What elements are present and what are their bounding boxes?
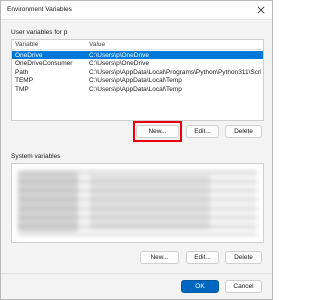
system-new-button[interactable]: New... bbox=[140, 251, 179, 264]
variable-value: C:\Users\p\AppData\Local\Temp bbox=[89, 77, 182, 84]
variable-name: Path bbox=[15, 68, 29, 76]
variable-value: C:\Users\p\AppData\Local\Temp bbox=[89, 85, 182, 93]
variable-value: C:\Users\p\OneDrive bbox=[89, 60, 149, 67]
variable-name: OneDriveConsumer bbox=[15, 60, 73, 67]
cancel-button[interactable]: Cancel bbox=[225, 280, 262, 293]
variable-value: C:\Users\p\AppData\Local\Programs\Python… bbox=[89, 68, 261, 76]
system-edit-button[interactable]: Edit... bbox=[186, 251, 219, 264]
list-header: Variable Value bbox=[12, 40, 263, 50]
system-variables-label: System variables bbox=[11, 153, 61, 160]
user-variables-list[interactable]: Variable Value OneDrive C:\Users\p\OneDri… bbox=[11, 39, 264, 121]
system-variables-list[interactable] bbox=[11, 163, 264, 243]
environment-variables-dialog: Environment Variables User variables for… bbox=[0, 0, 273, 300]
user-edit-button[interactable]: Edit... bbox=[186, 125, 219, 138]
close-button[interactable] bbox=[256, 5, 266, 15]
column-header-variable[interactable]: Variable bbox=[15, 41, 38, 48]
variable-value: C:\Users\p\OneDrive bbox=[89, 51, 149, 59]
close-icon bbox=[257, 6, 265, 14]
user-variable-row[interactable]: Path C:\Users\p\AppData\Local\Programs\Py… bbox=[12, 68, 263, 76]
user-new-button[interactable]: New... bbox=[136, 125, 179, 138]
variable-name: OneDrive bbox=[15, 51, 43, 59]
footer-divider bbox=[1, 273, 272, 274]
ok-button[interactable]: OK bbox=[181, 280, 219, 293]
blurred-block bbox=[18, 172, 78, 232]
user-variable-row[interactable]: OneDrive C:\Users\p\OneDrive bbox=[12, 51, 263, 59]
user-variable-row[interactable]: TMP C:\Users\p\AppData\Local\Temp bbox=[12, 85, 263, 93]
variable-name: TMP bbox=[15, 85, 29, 93]
user-delete-button[interactable]: Delete bbox=[225, 125, 262, 138]
system-delete-button[interactable]: Delete bbox=[225, 251, 262, 264]
column-header-value[interactable]: Value bbox=[89, 41, 105, 48]
variable-name: TEMP bbox=[15, 77, 34, 84]
blurred-block bbox=[90, 174, 210, 229]
user-variable-row[interactable]: TEMP C:\Users\p\AppData\Local\Temp bbox=[12, 77, 263, 85]
user-variables-label: User variables for p bbox=[11, 29, 68, 36]
title-bar: Environment Variables bbox=[1, 1, 272, 20]
user-variable-row[interactable]: OneDriveConsumer C:\Users\p\OneDrive bbox=[12, 60, 263, 68]
window-title: Environment Variables bbox=[7, 6, 72, 13]
